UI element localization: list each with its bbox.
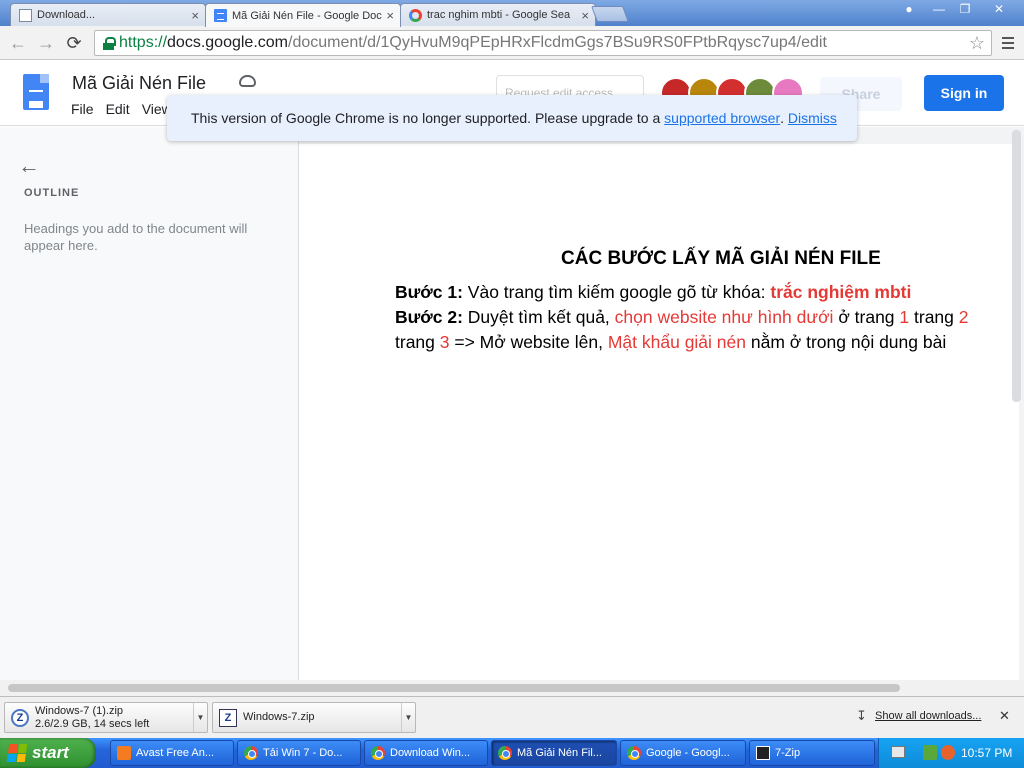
download-status: 2.6/2.9 GB, 14 secs left bbox=[35, 717, 150, 730]
document-page[interactable]: CÁC BƯỚC LẤY MÃ GIẢI NÉN FILE Bước 1: Và… bbox=[299, 144, 1019, 680]
browser-tab-strip: Download... × Mã Giải Nén File - Google … bbox=[0, 0, 1024, 27]
start-button[interactable]: start bbox=[0, 738, 96, 768]
url-host: docs.google.com bbox=[167, 34, 288, 51]
taskbar-item-7zip[interactable]: 7-Zip bbox=[749, 740, 875, 766]
zip-file-icon: Z bbox=[219, 708, 237, 727]
menu-edit[interactable]: Edit bbox=[106, 101, 130, 117]
network-icon[interactable] bbox=[923, 745, 937, 760]
7zip-icon bbox=[756, 746, 770, 760]
step-2-continuation-line: trang 3 => Mở website lên, Mật khẩu giải… bbox=[395, 332, 947, 352]
download-item[interactable]: Z Windows-7.zip ▼ bbox=[212, 702, 416, 733]
chrome-icon bbox=[498, 746, 512, 760]
chrome-icon bbox=[627, 746, 641, 760]
start-label: start bbox=[32, 743, 69, 762]
unsupported-browser-banner: This version of Google Chrome is no long… bbox=[167, 95, 857, 141]
chrome-icon bbox=[244, 746, 258, 760]
outline-sidebar: ← OUTLINE Headings you add to the docume… bbox=[0, 127, 299, 680]
google-docs-logo-icon[interactable] bbox=[23, 74, 49, 110]
minimize-icon[interactable]: — bbox=[926, 0, 952, 18]
tab-title: trac nghim mbti - Google Sea bbox=[427, 9, 571, 21]
download-progress-icon: Z bbox=[11, 708, 29, 727]
close-outline-arrow-icon[interactable]: ← bbox=[18, 153, 40, 179]
banner-separator: . bbox=[780, 110, 785, 126]
url-path: /document/d/1QyHvuM9qPEpHRxFlcdmGgs7BSu9… bbox=[288, 34, 827, 51]
download-filename: Windows-7 (1).zip bbox=[35, 704, 124, 717]
download-menu-chevron-icon[interactable]: ▼ bbox=[193, 703, 207, 732]
step-1-line: Bước 1: Vào trang tìm kiếm google gõ từ … bbox=[395, 282, 912, 302]
document-canvas: CÁC BƯỚC LẤY MÃ GIẢI NÉN FILE Bước 1: Và… bbox=[299, 127, 1024, 680]
download-arrow-icon: ↧ bbox=[856, 708, 867, 723]
google-docs-favicon-icon bbox=[214, 9, 227, 22]
tab-close-icon[interactable]: × bbox=[581, 8, 589, 23]
cloud-saved-icon[interactable] bbox=[239, 75, 256, 87]
reload-icon[interactable]: ⟳ bbox=[62, 31, 86, 55]
document-title[interactable]: Mã Giải Nén File bbox=[72, 73, 206, 94]
show-all-downloads-link[interactable]: Show all downloads... bbox=[875, 710, 981, 722]
download-item[interactable]: Z Windows-7 (1).zip 2.6/2.9 GB, 14 secs l… bbox=[4, 702, 208, 733]
address-bar[interactable]: https://docs.google.com/document/d/1QyHv… bbox=[94, 30, 992, 56]
window-close-icon[interactable]: ✕ bbox=[984, 0, 1014, 18]
horizontal-scrollbar[interactable] bbox=[8, 684, 900, 692]
dismiss-link[interactable]: Dismiss bbox=[788, 110, 837, 126]
sign-in-button[interactable]: Sign in bbox=[924, 75, 1004, 111]
outline-heading: OUTLINE bbox=[24, 187, 80, 199]
tab-title: Download... bbox=[37, 9, 96, 21]
browser-toolbar: ← → ⟳ https://docs.google.com/document/d… bbox=[0, 26, 1024, 60]
chrome-menu-icon[interactable] bbox=[998, 31, 1018, 55]
step-2-line: Bước 2: Duyệt tìm kết quả, chọn website … bbox=[395, 307, 969, 327]
download-filename: Windows-7.zip bbox=[243, 711, 315, 723]
menu-file[interactable]: File bbox=[71, 101, 94, 117]
windows-taskbar: start Avast Free An... Tải Win 7 - Do...… bbox=[0, 738, 1024, 768]
page-icon bbox=[19, 8, 32, 22]
bookmark-star-icon[interactable]: ☆ bbox=[969, 33, 985, 54]
tab-google-search[interactable]: trac nghim mbti - Google Sea × bbox=[400, 3, 596, 26]
clock: 10:57 PM bbox=[961, 746, 1013, 760]
restore-icon[interactable]: ❐ bbox=[952, 0, 978, 18]
tab-close-icon[interactable]: × bbox=[191, 8, 199, 23]
outline-empty-message: Headings you add to the document will ap… bbox=[24, 221, 248, 253]
tab-google-doc[interactable]: Mã Giải Nén File - Google Doc × bbox=[205, 3, 401, 27]
forward-icon[interactable]: → bbox=[34, 31, 58, 55]
docs-menubar: File Edit View bbox=[71, 101, 172, 117]
profile-icon[interactable]: ● bbox=[896, 0, 922, 18]
tab-downloads[interactable]: Download... × bbox=[10, 3, 206, 26]
google-favicon-icon bbox=[409, 8, 422, 22]
document-heading: CÁC BƯỚC LẤY MÃ GIẢI NÉN FILE bbox=[561, 248, 881, 269]
system-tray: 10:57 PM bbox=[878, 738, 1024, 768]
keyboard-icon[interactable] bbox=[891, 746, 905, 758]
taskbar-item-google[interactable]: Google - Googl... bbox=[620, 740, 746, 766]
taskbar-item-download-win[interactable]: Download Win... bbox=[364, 740, 488, 766]
taskbar-item-avast[interactable]: Avast Free An... bbox=[110, 740, 234, 766]
tab-title: Mã Giải Nén File - Google Doc bbox=[232, 9, 382, 22]
close-downloads-bar-icon[interactable]: ✕ bbox=[999, 708, 1010, 724]
url-scheme: https:// bbox=[119, 34, 168, 51]
avast-tray-icon[interactable] bbox=[941, 745, 955, 760]
lock-icon bbox=[103, 36, 116, 50]
downloads-bar: Z Windows-7 (1).zip 2.6/2.9 GB, 14 secs l… bbox=[0, 696, 1024, 738]
new-tab-button[interactable] bbox=[591, 6, 629, 22]
taskbar-item-ma-giai-nen[interactable]: Mã Giải Nén Fil... bbox=[491, 740, 617, 766]
tab-close-icon[interactable]: × bbox=[386, 8, 394, 23]
vertical-scrollbar[interactable] bbox=[1012, 130, 1021, 402]
back-icon[interactable]: ← bbox=[6, 31, 30, 55]
download-menu-chevron-icon[interactable]: ▼ bbox=[401, 703, 415, 732]
banner-text: This version of Google Chrome is no long… bbox=[191, 110, 661, 126]
windows-logo-icon bbox=[6, 744, 28, 762]
avast-icon bbox=[117, 746, 131, 760]
taskbar-item-tai-win7[interactable]: Tải Win 7 - Do... bbox=[237, 740, 361, 766]
chrome-icon bbox=[371, 746, 385, 760]
supported-browser-link[interactable]: supported browser bbox=[664, 110, 780, 126]
